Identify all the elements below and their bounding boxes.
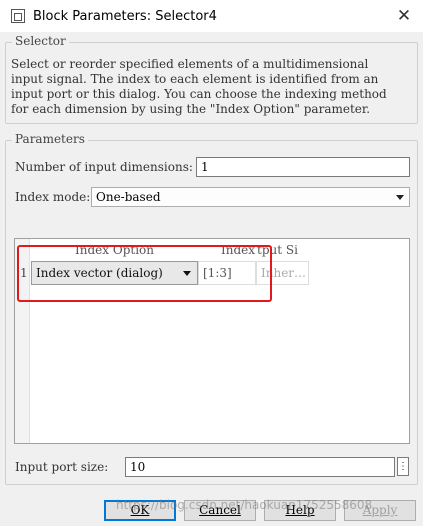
column-header-index-option: Index Option bbox=[31, 240, 198, 260]
selector-legend: Selector bbox=[12, 34, 69, 48]
input-port-size-field[interactable]: 10 bbox=[125, 457, 395, 477]
parameters-legend: Parameters bbox=[12, 132, 88, 146]
description-line: Select or reorder specified elements of … bbox=[11, 57, 369, 71]
ok-button[interactable]: OK bbox=[104, 500, 176, 521]
index-cell[interactable]: [1:3] bbox=[198, 261, 256, 285]
chevron-down-icon bbox=[183, 271, 191, 276]
title-bar: Block Parameters: Selector4 ✕ bbox=[0, 0, 423, 32]
description-line: input port or this dialog. You can choos… bbox=[11, 87, 387, 101]
index-table: Index Option Index tput Si 1 Index vecto… bbox=[14, 238, 410, 444]
close-icon[interactable]: ✕ bbox=[393, 6, 415, 26]
row-number: 1 bbox=[20, 266, 28, 280]
more-options-icon[interactable]: ⋮ bbox=[397, 457, 409, 476]
help-button[interactable]: Help bbox=[264, 500, 336, 521]
output-size-cell[interactable]: Inher… bbox=[256, 261, 309, 285]
index-mode-value: One-based bbox=[96, 190, 161, 204]
index-mode-dropdown[interactable]: One-based bbox=[91, 187, 410, 207]
cancel-button[interactable]: Cancel bbox=[184, 500, 256, 521]
description-line: input signal. The index to each element … bbox=[11, 72, 379, 86]
index-mode-label: Index mode: bbox=[15, 190, 91, 204]
block-icon bbox=[11, 9, 25, 23]
window-title: Block Parameters: Selector4 bbox=[33, 8, 217, 24]
ok-label: OK bbox=[130, 503, 150, 517]
index-option-value: Index vector (dialog) bbox=[36, 266, 163, 280]
chevron-down-icon bbox=[396, 195, 404, 200]
description-line: for each dimension by using the "Index O… bbox=[11, 102, 371, 116]
column-header-output-size: tput Si bbox=[257, 240, 309, 260]
selector-description: Select or reorder specified elements of … bbox=[11, 57, 413, 117]
cancel-label: Cancel bbox=[199, 503, 241, 517]
input-port-size-label: Input port size: bbox=[15, 460, 109, 474]
apply-label: Apply bbox=[362, 503, 398, 517]
column-header-index: Index bbox=[199, 240, 257, 260]
index-option-dropdown[interactable]: Index vector (dialog) bbox=[31, 261, 198, 285]
num-dims-field[interactable]: 1 bbox=[196, 157, 410, 177]
apply-button[interactable]: Apply bbox=[344, 500, 416, 521]
help-label: Help bbox=[285, 503, 315, 517]
num-dims-label: Number of input dimensions: bbox=[15, 160, 193, 174]
